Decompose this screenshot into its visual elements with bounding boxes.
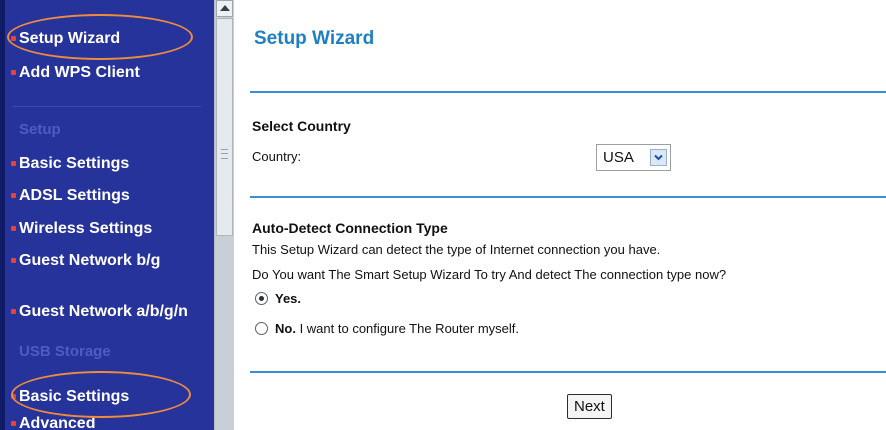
sidebar-heading-setup: Setup [19, 121, 61, 138]
sidebar-item-basic-settings[interactable]: Basic Settings [11, 154, 130, 173]
main-content: Setup Wizard Select Country Country: USA… [234, 0, 886, 430]
section-divider [250, 91, 886, 93]
scroll-up-arrow-icon[interactable] [216, 0, 233, 17]
scrollbar-thumb[interactable] [216, 18, 233, 236]
highlight-ellipse-basic-settings [11, 371, 191, 418]
grip-icon [221, 149, 228, 159]
auto-detect-heading: Auto-Detect Connection Type [252, 220, 448, 236]
highlight-ellipse-setup-wizard [7, 14, 193, 60]
bullet-icon [11, 226, 16, 231]
radio-no-label[interactable]: No. I want to configure The Router mysel… [275, 321, 519, 336]
section-divider [250, 196, 886, 198]
bullet-icon [11, 258, 16, 263]
sidebar-item-label: ADSL Settings [19, 187, 130, 204]
sidebar-divider [13, 106, 201, 107]
sidebar-item-label: Basic Settings [19, 155, 130, 172]
sidebar-item-guest-network-abgn[interactable]: Guest Network a/b/g/n [11, 302, 194, 321]
sidebar-item-add-wps-client[interactable]: Add WPS Client [11, 63, 140, 82]
bullet-icon [11, 421, 16, 426]
sidebar-scrollbar[interactable] [214, 0, 234, 430]
country-select[interactable]: USA [596, 144, 671, 171]
country-label: Country: [252, 149, 302, 164]
radio-no-text: I want to configure The Router myself. [295, 321, 519, 336]
select-country-heading: Select Country [252, 118, 351, 134]
radio-yes[interactable] [255, 292, 268, 305]
radio-no[interactable] [255, 322, 268, 335]
sidebar-item-label: Guest Network b/g [19, 252, 161, 269]
section-divider [250, 371, 886, 373]
router-setup-screen: Setup Wizard Add WPS Client Setup Basic … [0, 0, 886, 430]
sidebar-item-label: Guest Network a/b/g/n [19, 303, 188, 320]
sidebar-item-label: Wireless Settings [19, 220, 153, 237]
next-button[interactable]: Next [567, 394, 612, 419]
sidebar-item-guest-network-bg[interactable]: Guest Network b/g [11, 251, 194, 270]
page-title: Setup Wizard [254, 28, 375, 49]
sidebar-item-wireless-settings[interactable]: Wireless Settings [11, 219, 153, 238]
sidebar-heading-usb-storage: USB Storage [19, 343, 111, 360]
bullet-icon [11, 70, 16, 75]
radio-yes-text: Yes. [275, 291, 302, 306]
sidebar-item-label: Add WPS Client [19, 64, 140, 81]
radio-no-text-bold: No. [275, 321, 296, 336]
bullet-icon [11, 193, 16, 198]
country-select-value: USA [603, 149, 634, 166]
chevron-down-icon[interactable] [650, 149, 667, 166]
auto-detect-description: This Setup Wizard can detect the type of… [252, 242, 661, 257]
bullet-icon [11, 161, 16, 166]
bullet-icon [11, 309, 16, 314]
sidebar-nav: Setup Wizard Add WPS Client Setup Basic … [0, 0, 214, 430]
sidebar-item-adsl-settings[interactable]: ADSL Settings [11, 186, 130, 205]
radio-yes-label[interactable]: Yes. [275, 291, 301, 306]
auto-detect-question: Do You want The Smart Setup Wizard To tr… [252, 267, 727, 282]
